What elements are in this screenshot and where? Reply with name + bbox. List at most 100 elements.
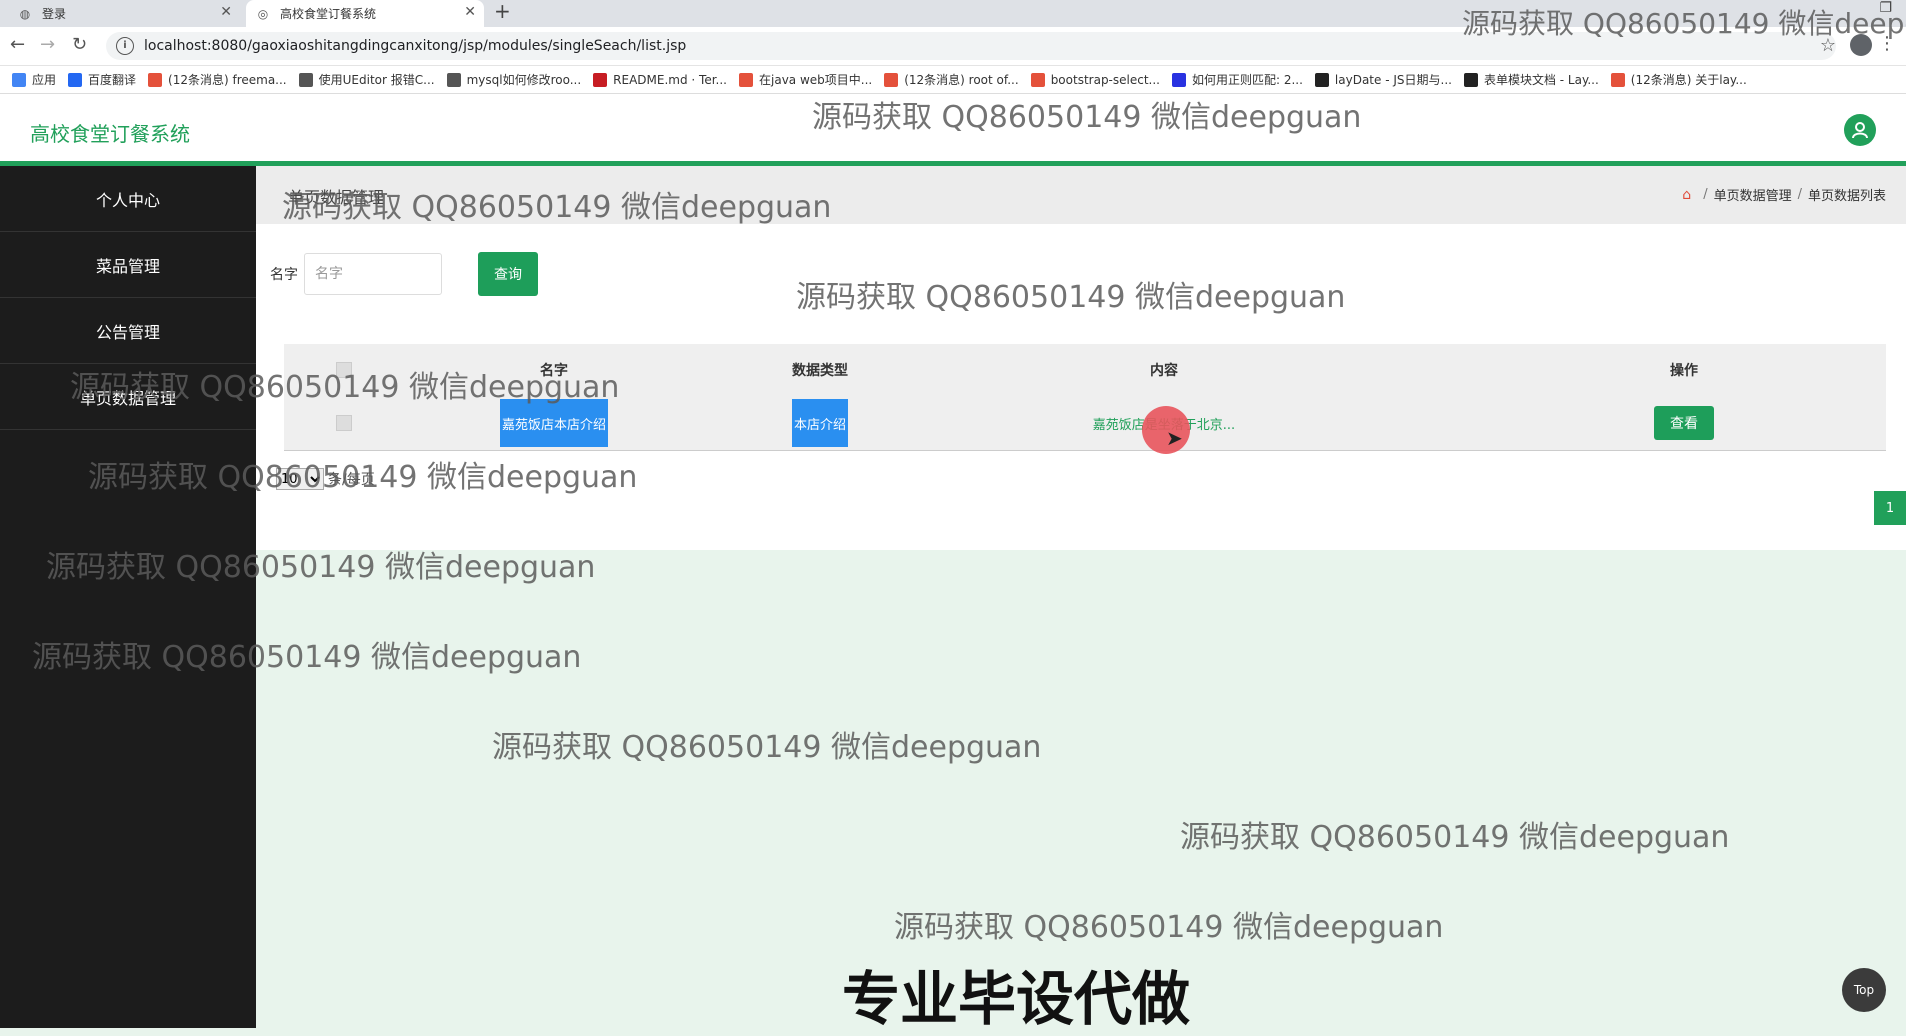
leaf-icon	[298, 72, 313, 87]
main-content: 单页数据管理 ⌂ / 单页数据管理 / 单页数据列表 名字 查询 名字 数据类型…	[256, 166, 1906, 550]
bookmark-label: mysql如何修改roo...	[466, 73, 582, 87]
breadcrumb-item: 单页数据列表	[1807, 189, 1886, 204]
apps-icon	[12, 72, 26, 87]
select-all-checkbox[interactable]	[334, 344, 354, 396]
url-text: localhost:8080/gaoxiaoshitangdingcanxito…	[144, 38, 687, 54]
bookmark-item[interactable]: README.md · Ter...	[593, 72, 727, 87]
gitee-icon	[593, 72, 608, 87]
home-icon[interactable]: ⌂	[1682, 187, 1691, 203]
browser-tab-current[interactable]: ◎ 高校食堂订餐系统 ✕	[246, 0, 484, 27]
browser-tab-bar: ◍ 登录 ✕ ◎ 高校食堂订餐系统 ✕ + ❐	[0, 0, 1906, 27]
bookmark-label: 表单模块文档 - Lay...	[1483, 73, 1599, 87]
sidebar-item-label: 公告管理	[95, 322, 160, 342]
bookmark-item[interactable]: mysql如何修改roo...	[446, 71, 582, 88]
watermark-banner: 专业毕设代做	[842, 965, 1191, 1033]
bookmark-label: (12条消息) root of...	[904, 73, 1019, 87]
breadcrumb: ⌂ / 单页数据管理 / 单页数据列表	[1682, 185, 1886, 205]
breadcrumb-separator: /	[1797, 187, 1802, 202]
column-header-type: 数据类型	[792, 363, 848, 379]
bookmark-item[interactable]: 如何用正则匹配: 2...	[1171, 71, 1303, 88]
forward-icon[interactable]: →	[40, 35, 55, 55]
name-search-input[interactable]	[304, 253, 442, 295]
sidebar: 个人中心 菜品管理 公告管理 单页数据管理	[0, 166, 256, 1028]
site-icon: ◎	[257, 6, 269, 21]
info-icon[interactable]: i	[116, 37, 134, 55]
address-bar: ← → ↻ i localhost:8080/gaoxiaoshitangdin…	[0, 27, 1906, 66]
csdn-icon	[884, 72, 899, 87]
baidu-translate-icon	[68, 72, 83, 87]
bookmark-star-icon[interactable]: ☆	[1820, 35, 1836, 56]
close-tab-icon[interactable]: ✕	[220, 4, 232, 20]
bookmark-item[interactable]: (12条消息) freema...	[148, 71, 287, 88]
watermark-text: 源码获取 QQ86050149 微信deepguan	[1180, 820, 1730, 855]
row-action-cell: 查看	[1624, 396, 1744, 450]
table-header: 名字 数据类型 内容 操作	[284, 344, 1886, 396]
bookmark-item[interactable]: bootstrap-select...	[1030, 72, 1160, 87]
tab-label: 登录	[42, 7, 67, 21]
sidebar-item-single-page-data[interactable]: 单页数据管理	[0, 364, 256, 430]
url-field[interactable]: i localhost:8080/gaoxiaoshitangdingcanxi…	[106, 32, 1836, 60]
column-header-action: 操作	[1670, 363, 1698, 379]
user-avatar[interactable]	[1844, 114, 1876, 146]
bookmark-item[interactable]: 使用UEditor 报错C...	[298, 71, 435, 88]
view-button[interactable]: 查看	[1654, 406, 1714, 440]
watermark-text: 源码获取 QQ86050149 微信deepguan	[894, 910, 1444, 945]
new-tab-button[interactable]: +	[494, 0, 511, 24]
sidebar-item-label: 个人中心	[95, 190, 160, 210]
bookmark-item[interactable]: 在java web项目中...	[739, 71, 872, 88]
column-header-name: 名字	[540, 363, 568, 379]
menu-icon[interactable]: ⋮	[1878, 33, 1896, 54]
csdn-icon	[1610, 72, 1625, 87]
bookmarks-bar: 应用 百度翻译 (12条消息) freema... 使用UEditor 报错C... m…	[0, 66, 1906, 94]
sidebar-item-notice-management[interactable]: 公告管理	[0, 298, 256, 364]
row-type-cell: 本店介绍	[740, 396, 900, 450]
page-size-suffix: 条/每页	[328, 472, 375, 488]
bookmark-item[interactable]: (12条消息) root of...	[884, 71, 1019, 88]
sidebar-item-label: 单页数据管理	[79, 388, 176, 408]
column-header-content: 内容	[1150, 363, 1178, 379]
window-restore-icon[interactable]: ❐	[1879, 0, 1892, 16]
title-bar: 单页数据管理 ⌂ / 单页数据管理 / 单页数据列表	[256, 166, 1906, 224]
csdn-icon	[739, 72, 753, 87]
bookmark-label: (12条消息) freema...	[168, 73, 287, 87]
csdn-icon	[148, 72, 163, 87]
watermark-text: 源码获取 QQ86050149 微信deepguan	[492, 730, 1042, 765]
bookmark-item[interactable]: layDate - JS日期与...	[1314, 71, 1452, 88]
globe-icon: ◍	[19, 6, 31, 21]
page-size-select[interactable]: 10	[276, 468, 324, 490]
mouse-cursor-icon: ➤	[1166, 426, 1183, 450]
browser-tab-login[interactable]: ◍ 登录 ✕	[8, 0, 240, 27]
row-name-cell: 嘉苑饭店本店介绍	[454, 396, 654, 450]
row-checkbox[interactable]	[334, 396, 354, 450]
bookmark-label: bootstrap-select...	[1050, 72, 1160, 87]
breadcrumb-item[interactable]: 单页数据管理	[1714, 185, 1792, 204]
tab-label: 高校食堂订餐系统	[280, 7, 377, 21]
profile-icon[interactable]	[1850, 34, 1872, 56]
table-row: 嘉苑饭店本店介绍 本店介绍 嘉苑饭店是坐落于北京... 查看	[284, 396, 1886, 451]
back-to-top-button[interactable]: Top	[1842, 968, 1886, 1012]
layui-icon	[1314, 72, 1329, 87]
leaf-icon	[446, 72, 461, 87]
bookmark-item[interactable]: 应用	[12, 71, 56, 88]
bookmark-label: 如何用正则匹配: 2...	[1191, 73, 1303, 87]
back-icon[interactable]: ←	[10, 35, 25, 55]
sidebar-item-personal-center[interactable]: 个人中心	[0, 166, 256, 232]
bookmark-label: 在java web项目中...	[759, 73, 873, 87]
breadcrumb-separator: /	[1703, 187, 1708, 202]
app-title[interactable]: 高校食堂订餐系统	[30, 118, 190, 147]
pagination-current-page[interactable]: 1	[1874, 491, 1906, 525]
bookmark-item[interactable]: 百度翻译	[68, 71, 136, 88]
bookmark-label: 应用	[32, 73, 57, 87]
layui-icon	[1463, 72, 1478, 87]
bookmark-label: 使用UEditor 报错C...	[318, 73, 435, 87]
page-size-control: 10 条/每页	[276, 468, 375, 490]
cnblogs-icon	[1030, 72, 1045, 87]
search-form: 名字 查询	[270, 252, 538, 296]
query-button[interactable]: 查询	[478, 252, 538, 296]
row-type: 本店介绍	[791, 399, 848, 447]
bookmark-item[interactable]: 表单模块文档 - Lay...	[1463, 71, 1599, 88]
sidebar-item-dish-management[interactable]: 菜品管理	[0, 232, 256, 298]
bookmark-item[interactable]: (12条消息) 关于lay...	[1610, 71, 1747, 88]
close-tab-icon[interactable]: ✕	[464, 4, 476, 20]
reload-icon[interactable]: ↻	[72, 35, 87, 55]
